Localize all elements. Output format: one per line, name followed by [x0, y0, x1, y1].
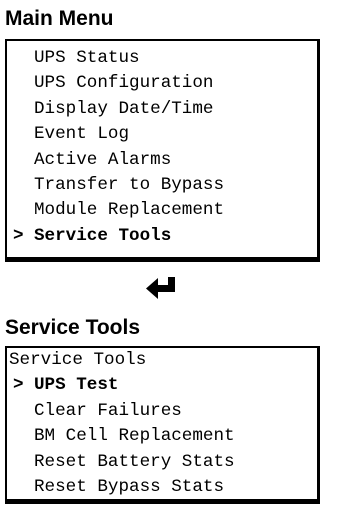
menu-item-label: UPS Configuration — [34, 73, 214, 94]
menu-item-service-tools[interactable]: > Service Tools — [13, 224, 224, 249]
menu-item-label: Reset Battery Stats — [34, 451, 235, 472]
main-menu-display: UPS Status UPS Configuration Display Dat… — [5, 39, 320, 262]
menu-item-label: Module Replacement — [34, 200, 225, 221]
menu-item-clear-failures[interactable]: Clear Failures — [13, 399, 235, 424]
enter-return-arrow-icon — [146, 277, 175, 299]
main-menu-title: Main Menu — [5, 7, 114, 30]
menu-item-label: Clear Failures — [34, 400, 182, 421]
menu-item-ups-configuration[interactable]: UPS Configuration — [13, 71, 224, 96]
menu-item-active-alarms[interactable]: Active Alarms — [13, 148, 224, 173]
menu-item-module-replacement[interactable]: Module Replacement — [13, 198, 224, 223]
menu-item-label: UPS Test — [34, 375, 119, 396]
menu-item-event-log[interactable]: Event Log — [13, 122, 224, 147]
menu-item-label: Service Tools — [34, 225, 172, 246]
menu-item-label: BM Cell Replacement — [34, 426, 235, 447]
menu-item-transfer-to-bypass[interactable]: Transfer to Bypass — [13, 173, 224, 198]
menu-item-label: Transfer to Bypass — [34, 174, 225, 195]
selection-cursor: > — [13, 375, 24, 396]
menu-item-reset-bypass-stats[interactable]: Reset Bypass Stats — [13, 475, 235, 500]
menu-item-reset-battery-stats[interactable]: Reset Battery Stats — [13, 450, 235, 475]
selection-cursor: > — [13, 225, 24, 246]
menu-item-label: Event Log — [34, 124, 130, 145]
menu-item-ups-test[interactable]: > UPS Test — [13, 373, 235, 398]
menu-item-label: Reset Bypass Stats — [34, 476, 225, 497]
menu-item-display-date-time[interactable]: Display Date/Time — [13, 97, 224, 122]
service-tools-title: Service Tools — [5, 316, 141, 339]
menu-item-label: Display Date/Time — [34, 98, 214, 119]
menu-item-bm-cell-replacement[interactable]: BM Cell Replacement — [13, 424, 235, 449]
service-tools-list: Service Tools > UPS Test Clear Failures B… — [9, 348, 235, 500]
main-menu-list: UPS Status UPS Configuration Display Dat… — [13, 46, 224, 249]
service-tools-display: Service Tools > UPS Test Clear Failures B… — [5, 346, 320, 504]
service-tools-header: Service Tools — [9, 350, 147, 370]
menu-item-label: UPS Status — [34, 48, 140, 68]
menu-item-label: Active Alarms — [34, 149, 172, 170]
menu-item-ups-status[interactable]: UPS Status — [13, 46, 224, 71]
